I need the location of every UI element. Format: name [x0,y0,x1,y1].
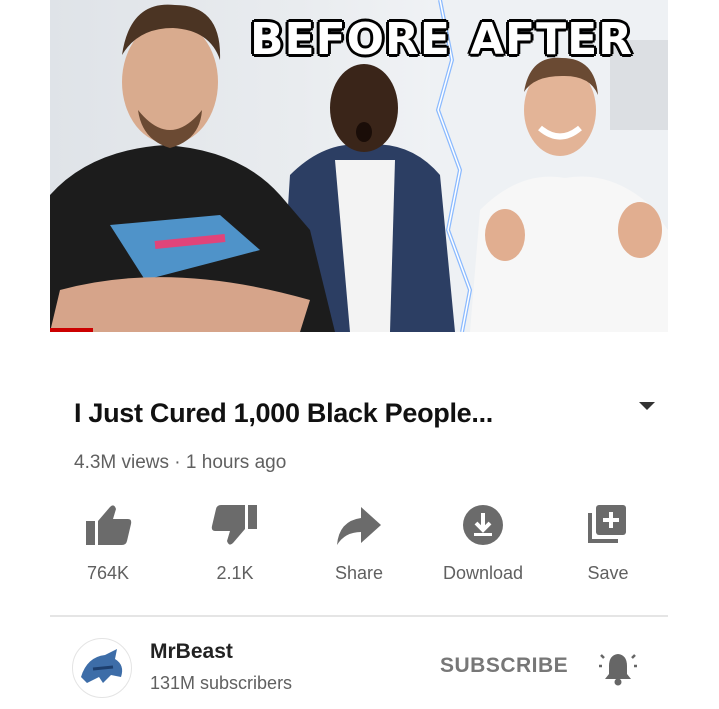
channel-avatar[interactable] [72,638,132,698]
like-count: 764K [86,563,130,583]
thumbs-down-icon [211,505,257,545]
dislike-button[interactable]: 2.1K [180,495,290,595]
expand-description-icon[interactable] [639,402,655,410]
action-bar: 764K 2.1K Share Download Save [50,495,668,595]
subscriber-count: 131M subscribers [150,673,293,693]
download-icon [463,505,503,545]
video-page: BEFORE AFTER I Just Cured 1,000 Black Pe… [50,0,668,709]
thumbs-up-icon [86,505,132,545]
video-thumbnail[interactable]: BEFORE AFTER [50,0,668,332]
share-icon [337,507,381,545]
download-label: Download [442,563,524,583]
video-title-row[interactable]: I Just Cured 1,000 Black People... [70,398,655,434]
channel-logo-icon [81,649,123,683]
dislike-count: 2.1K [216,563,254,583]
video-meta: 4.3M views · 1 hours ago [74,452,287,473]
section-divider [50,615,668,617]
save-playlist-icon [588,505,626,543]
share-button[interactable]: Share [304,495,414,595]
after-caption: AFTER [470,14,634,65]
save-label: Save [587,563,629,583]
save-button[interactable]: Save [553,495,663,595]
like-button[interactable]: 764K [53,495,163,595]
watch-progress-bar [50,328,94,332]
subscribe-button[interactable]: SUBSCRIBE [440,654,568,678]
share-label: Share [334,563,384,583]
download-button[interactable]: Download [428,495,538,595]
notification-bell-icon[interactable] [598,648,638,688]
channel-name[interactable]: MrBeast [150,640,233,664]
video-title: I Just Cured 1,000 Black People... [74,398,493,428]
before-caption: BEFORE [250,14,451,65]
